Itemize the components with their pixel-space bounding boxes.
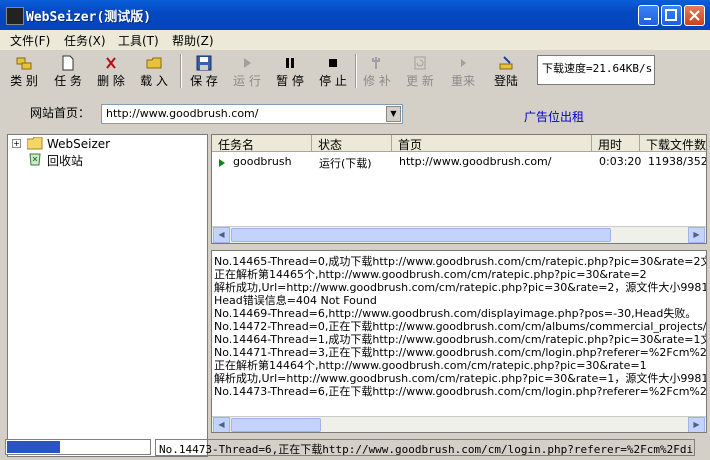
minimize-button[interactable] <box>638 5 659 26</box>
recycle-bin-icon <box>27 152 43 169</box>
run-icon <box>239 55 255 71</box>
maximize-button[interactable] <box>661 5 682 26</box>
load-icon <box>146 55 162 71</box>
pause-button[interactable]: 暂 停 <box>272 53 308 89</box>
column-header-home[interactable]: 首页 <box>392 135 592 152</box>
column-header-files[interactable]: 下载文件数 <box>640 135 706 152</box>
progress-fill <box>7 441 60 453</box>
category-icon <box>16 55 32 71</box>
save-label: 保 存 <box>190 74 218 88</box>
tree-item-webseizer[interactable]: WebSeizer <box>47 137 110 151</box>
login-label: 登陆 <box>493 74 518 88</box>
save-icon <box>196 55 212 71</box>
update-label: 更 新 <box>406 74 434 88</box>
close-icon <box>689 10 700 21</box>
task-list: 任务名 状态 首页 用时 下载文件数 goodbrush 运行(下载) http… <box>211 134 707 244</box>
run-button[interactable]: 运 行 <box>229 53 265 89</box>
maximize-icon <box>665 9 677 21</box>
menu-file[interactable]: 文件(F) <box>10 32 50 49</box>
restart-label: 重来 <box>450 74 475 88</box>
update-icon <box>412 55 428 71</box>
task-files: 11938/352 <box>648 155 707 168</box>
homepage-select[interactable]: http://www.goodbrush.com/ <box>101 104 403 124</box>
delete-button[interactable]: 删 除 <box>93 53 129 89</box>
menu-tools[interactable]: 工具(T) <box>118 32 159 49</box>
column-header-name[interactable]: 任务名 <box>212 135 312 152</box>
toolbar-separator <box>355 54 357 88</box>
minimize-icon <box>644 18 651 20</box>
column-header-status[interactable]: 状态 <box>312 135 392 152</box>
scroll-thumb[interactable] <box>231 418 321 432</box>
log-line: No.14465-Thread=0,成功下载http://www.goodbru… <box>214 255 707 268</box>
toolbar-separator <box>180 54 182 88</box>
log-line: 正在解析第14464个,http://www.goodbrush.com/cm/… <box>214 359 647 372</box>
new-task-icon <box>60 55 76 71</box>
expand-icon[interactable]: + <box>12 139 21 148</box>
running-icon <box>218 157 226 171</box>
log-line: No.14464-Thread=1,成功下载http://www.goodbru… <box>214 333 707 346</box>
stop-button[interactable]: 停 止 <box>315 53 351 89</box>
task-name[interactable]: goodbrush <box>233 155 292 168</box>
homepage-label: 网站首页： <box>30 106 91 120</box>
menu-help[interactable]: 帮助(Z) <box>172 32 214 49</box>
ad-link[interactable]: 广告位出租 <box>524 108 584 125</box>
load-label: 载 入 <box>140 74 168 88</box>
download-speed: 下载速度=21.64KB/s <box>537 55 655 85</box>
log-line: No.14469-Thread=6,http://www.goodbrush.c… <box>214 307 697 320</box>
menu-bar <box>0 30 710 50</box>
repair-icon <box>369 55 385 71</box>
app-icon <box>6 7 24 25</box>
update-button[interactable]: 更 新 <box>402 53 438 89</box>
log-line: Head错误信息=404 Not Found <box>214 294 377 307</box>
category-button[interactable]: 类 别 <box>6 53 42 89</box>
repair-button[interactable]: 修 补 <box>359 53 395 89</box>
scroll-right-icon[interactable]: ▶ <box>688 417 705 432</box>
scroll-right-icon[interactable]: ▶ <box>688 227 705 243</box>
category-label: 类 别 <box>10 74 38 88</box>
new-task-button[interactable]: 任 务 <box>50 53 86 89</box>
stop-label: 停 止 <box>319 74 347 88</box>
tree-item-recycle-bin[interactable]: 回收站 <box>47 152 83 169</box>
pause-label: 暂 停 <box>276 74 304 88</box>
column-header-time[interactable]: 用时 <box>592 135 640 152</box>
restart-button[interactable]: 重来 <box>445 53 481 89</box>
delete-icon <box>103 55 119 71</box>
task-status: 运行(下载) <box>319 157 372 170</box>
restart-icon <box>455 55 471 71</box>
run-label: 运 行 <box>233 74 261 88</box>
log-line: 解析成功,Url=http://www.goodbrush.com/cm/rat… <box>214 372 707 385</box>
window-title: WebSeizer(测试版) <box>26 10 152 25</box>
login-button[interactable]: 登陆 <box>488 53 524 89</box>
menu-task[interactable]: 任务(X) <box>64 32 106 49</box>
scroll-left-icon[interactable]: ◀ <box>213 227 230 243</box>
log-line: No.14473-Thread=6,正在下载http://www.goodbru… <box>214 385 707 398</box>
scroll-left-icon[interactable]: ◀ <box>213 417 230 432</box>
category-tree <box>7 134 208 457</box>
folder-icon <box>26 136 43 153</box>
log-panel: No.14465-Thread=0,成功下载http://www.goodbru… <box>211 250 707 433</box>
login-icon <box>498 55 514 71</box>
repair-label: 修 补 <box>363 74 391 88</box>
log-line: 解析成功,Url=http://www.goodbrush.com/cm/rat… <box>214 281 707 294</box>
load-button[interactable]: 载 入 <box>136 53 172 89</box>
close-button[interactable] <box>684 5 705 26</box>
delete-label: 删 除 <box>97 74 125 88</box>
scroll-thumb[interactable] <box>231 228 611 242</box>
chevron-down-icon[interactable]: ▼ <box>386 106 401 122</box>
log-line: 正在解析第14465个,http://www.goodbrush.com/cm/… <box>214 268 647 281</box>
task-time: 0:03:20 <box>599 155 642 168</box>
status-text: No.14473-Thread=6,正在下载http://www.goodbru… <box>155 439 695 456</box>
task-home: http://www.goodbrush.com/ <box>399 155 552 168</box>
new-task-label: 任 务 <box>54 74 82 88</box>
log-line: No.14472-Thread=0,正在下载http://www.goodbru… <box>214 320 707 333</box>
task-list-scrollbar[interactable]: ◀ ▶ <box>212 226 706 243</box>
log-line: No.14471-Thread=3,正在下载http://www.goodbru… <box>214 346 707 359</box>
stop-icon <box>325 55 341 71</box>
pause-icon <box>282 55 298 71</box>
log-scrollbar[interactable]: ◀ ▶ <box>212 416 706 432</box>
save-button[interactable]: 保 存 <box>186 53 222 89</box>
